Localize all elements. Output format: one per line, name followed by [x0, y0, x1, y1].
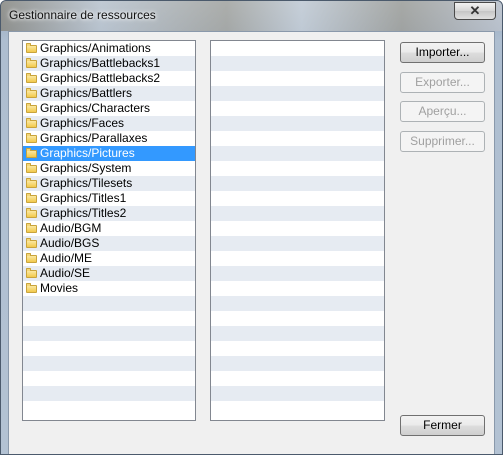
window-title: Gestionnaire de ressources	[9, 8, 156, 22]
folder-icon	[26, 43, 37, 53]
empty-row	[211, 251, 384, 266]
folder-label: Graphics/Titles2	[40, 206, 127, 220]
empty-row	[23, 371, 195, 386]
empty-row	[211, 161, 384, 176]
folder-list-item[interactable]: Graphics/Battlebacks2	[23, 71, 195, 86]
folder-icon	[26, 58, 37, 68]
folder-list-item[interactable]: Audio/BGS	[23, 236, 195, 251]
empty-row	[211, 206, 384, 221]
folder-label: Audio/ME	[40, 251, 93, 265]
folder-list-item[interactable]: Graphics/Battlers	[23, 86, 195, 101]
folder-label: Movies	[40, 281, 79, 295]
folder-icon	[26, 208, 37, 218]
folder-icon	[26, 163, 37, 173]
empty-row	[211, 146, 384, 161]
folder-label: Graphics/System	[40, 161, 132, 175]
folder-icon	[26, 253, 37, 263]
folder-list-item[interactable]: Movies	[23, 281, 195, 296]
export-button[interactable]: Exporter...	[400, 72, 485, 93]
empty-row	[211, 341, 384, 356]
empty-row	[211, 326, 384, 341]
folder-label: Graphics/Pictures	[40, 146, 135, 160]
empty-row	[211, 236, 384, 251]
folder-icon	[26, 268, 37, 278]
folder-label: Graphics/Characters	[40, 101, 151, 115]
empty-row	[211, 311, 384, 326]
empty-row	[211, 266, 384, 281]
empty-row	[23, 311, 195, 326]
empty-row	[211, 176, 384, 191]
folder-label: Graphics/Animations	[40, 41, 151, 55]
resource-manager-window: Gestionnaire de ressources ✕ Graphics/An…	[0, 0, 503, 455]
folder-label: Graphics/Battlers	[40, 86, 133, 100]
empty-row	[211, 41, 384, 56]
delete-button[interactable]: Supprimer...	[400, 131, 485, 152]
folder-icon	[26, 118, 37, 128]
folder-icon	[26, 103, 37, 113]
folder-list-item[interactable]: Audio/SE	[23, 266, 195, 281]
empty-row	[23, 386, 195, 401]
empty-row	[211, 86, 384, 101]
close-icon: ✕	[469, 3, 481, 18]
empty-row	[23, 401, 195, 416]
empty-row	[23, 296, 195, 311]
empty-row	[211, 131, 384, 146]
folder-icon	[26, 238, 37, 248]
folder-list-item[interactable]: Graphics/Pictures	[23, 146, 195, 161]
folder-list[interactable]: Graphics/Animations Graphics/Battlebacks1…	[22, 40, 196, 421]
import-button[interactable]: Importer...	[400, 42, 485, 63]
empty-row	[211, 116, 384, 131]
folder-icon	[26, 178, 37, 188]
folder-label: Graphics/Battlebacks2	[40, 71, 161, 85]
folder-list-item[interactable]: Audio/ME	[23, 251, 195, 266]
empty-row	[211, 296, 384, 311]
folder-list-item[interactable]: Audio/BGM	[23, 221, 195, 236]
empty-row	[211, 386, 384, 401]
folder-list-item[interactable]: Graphics/Faces	[23, 116, 195, 131]
folder-label: Graphics/Tilesets	[40, 176, 133, 190]
empty-row	[23, 356, 195, 371]
folder-list-item[interactable]: Graphics/Tilesets	[23, 176, 195, 191]
folder-icon	[26, 88, 37, 98]
empty-row	[211, 221, 384, 236]
empty-row	[211, 191, 384, 206]
empty-row	[211, 356, 384, 371]
folder-icon	[26, 148, 37, 158]
folder-label: Graphics/Battlebacks1	[40, 56, 161, 70]
empty-row	[211, 101, 384, 116]
empty-row	[211, 371, 384, 386]
folder-list-item[interactable]: Graphics/Titles2	[23, 206, 195, 221]
folder-label: Graphics/Titles1	[40, 191, 127, 205]
empty-row	[211, 56, 384, 71]
empty-row	[211, 71, 384, 86]
folder-list-item[interactable]: Graphics/Characters	[23, 101, 195, 116]
folder-icon	[26, 133, 37, 143]
folder-label: Graphics/Parallaxes	[40, 131, 148, 145]
empty-row	[23, 341, 195, 356]
folder-list-item[interactable]: Graphics/Parallaxes	[23, 131, 195, 146]
empty-row	[211, 401, 384, 416]
dialog-client-area: Graphics/Animations Graphics/Battlebacks1…	[8, 31, 495, 454]
folder-list-item[interactable]: Graphics/System	[23, 161, 195, 176]
window-close-button[interactable]: ✕	[454, 2, 496, 20]
folder-label: Audio/SE	[40, 266, 91, 280]
folder-label: Audio/BGM	[40, 221, 102, 235]
folder-list-item[interactable]: Graphics/Battlebacks1	[23, 56, 195, 71]
file-list[interactable]	[210, 40, 385, 421]
folder-icon	[26, 73, 37, 83]
folder-icon	[26, 283, 37, 293]
folder-list-item[interactable]: Graphics/Animations	[23, 41, 195, 56]
title-bar[interactable]: Gestionnaire de ressources ✕	[1, 1, 502, 31]
folder-label: Audio/BGS	[40, 236, 100, 250]
empty-row	[211, 281, 384, 296]
folder-icon	[26, 193, 37, 203]
folder-icon	[26, 223, 37, 233]
empty-row	[23, 326, 195, 341]
preview-button[interactable]: Aperçu...	[400, 101, 485, 122]
close-button[interactable]: Fermer	[400, 415, 485, 436]
folder-label: Graphics/Faces	[40, 116, 125, 130]
folder-list-item[interactable]: Graphics/Titles1	[23, 191, 195, 206]
